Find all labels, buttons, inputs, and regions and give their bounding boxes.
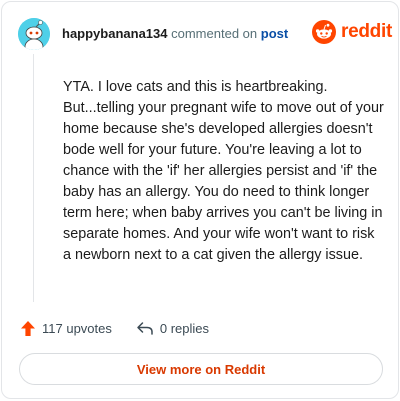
comment-header: happybanana134 commented on post xyxy=(62,26,288,41)
upvote-button[interactable]: 117 upvotes xyxy=(20,320,112,337)
reddit-logo[interactable]: reddit xyxy=(312,20,392,44)
comment-body: YTA. I love cats and this is heartbreaki… xyxy=(63,79,384,263)
user-avatar[interactable] xyxy=(18,18,50,50)
action-text: commented on xyxy=(171,26,258,41)
reddit-wordmark: reddit xyxy=(341,21,392,42)
reddit-comment-card: happybanana134 commented on post reddit … xyxy=(1,1,399,399)
username-link[interactable]: happybanana134 xyxy=(62,26,168,41)
reply-count: 0 replies xyxy=(159,321,210,336)
reddit-snoo-icon xyxy=(312,20,336,44)
thread-line xyxy=(33,54,34,302)
reply-arrow-icon xyxy=(137,322,153,335)
snoo-avatar-icon xyxy=(18,18,50,50)
comment-actions: 117 upvotes 0 replies xyxy=(20,320,209,337)
upvote-arrow-icon xyxy=(21,321,35,336)
view-more-button[interactable]: View more on Reddit xyxy=(19,353,383,385)
post-link[interactable]: post xyxy=(261,26,288,41)
reply-button[interactable]: 0 replies xyxy=(136,321,209,336)
upvote-count: 117 upvotes xyxy=(42,321,112,336)
